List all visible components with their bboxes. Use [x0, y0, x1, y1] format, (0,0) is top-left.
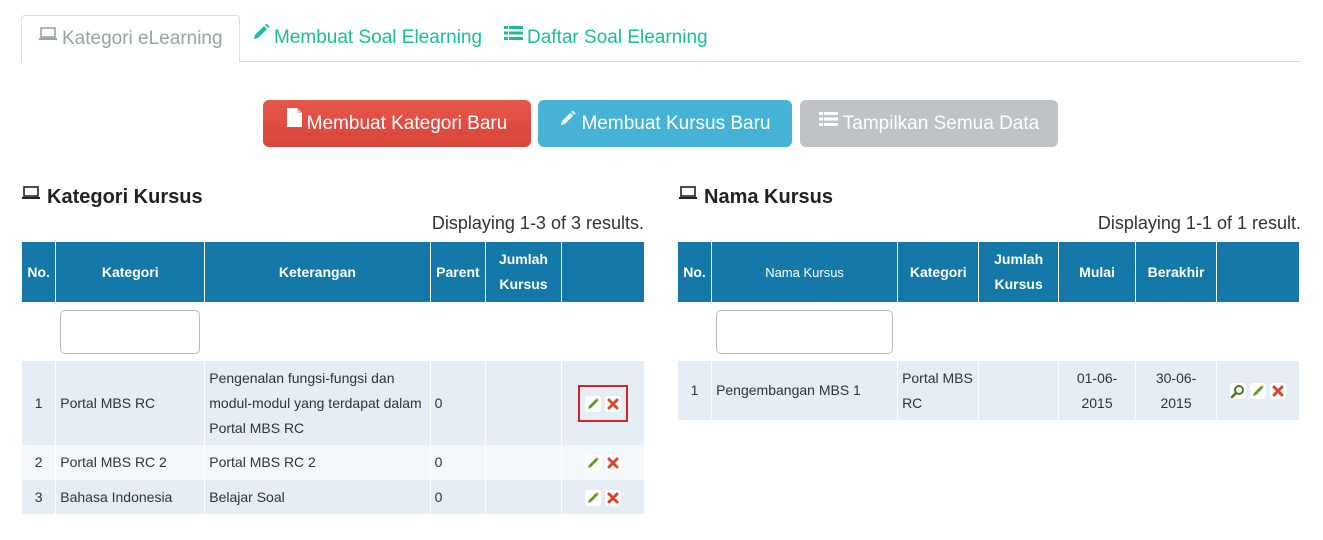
row-no: 1 — [678, 361, 713, 420]
row-actions — [561, 445, 644, 480]
courses-title: Nama Kursus — [678, 186, 833, 209]
button-label: Membuat Kategori Baru — [306, 113, 508, 134]
tab-membuat-soal[interactable]: Membuat Soal Elearning — [236, 15, 498, 62]
row-no: 3 — [22, 480, 57, 514]
new-course-button[interactable]: Membuat Kursus Baru — [538, 100, 792, 147]
table-header-row: No. Nama Kursus Kategori Jumlah Kursus M… — [678, 242, 1299, 302]
filter-row — [678, 302, 1299, 361]
column-header[interactable]: Jumlah Kursus — [485, 242, 562, 302]
tab-kategori-elearning[interactable]: Kategori eLearning — [21, 15, 240, 63]
view-icon[interactable] — [1229, 382, 1247, 400]
row-jumlah — [485, 445, 562, 480]
row-kategori: Portal MBS RC — [55, 361, 206, 445]
column-header[interactable]: Parent — [430, 242, 487, 302]
tab-daftar-soal[interactable]: Daftar Soal Elearning — [488, 15, 724, 62]
courses-table: No. Nama Kursus Kategori Jumlah Kursus M… — [678, 242, 1299, 420]
categories-table: No. Kategori Keterangan Parent Jumlah Ku… — [22, 242, 644, 514]
pencil-icon — [559, 98, 577, 145]
column-header[interactable]: Keterangan — [204, 242, 431, 302]
list-icon — [504, 13, 523, 59]
pencil-icon — [252, 13, 270, 59]
column-header — [561, 242, 644, 302]
delete-icon[interactable] — [604, 395, 622, 413]
column-header[interactable]: Nama Kursus — [711, 242, 899, 302]
row-kategori: Portal MBS RC — [897, 361, 980, 420]
button-label: Membuat Kursus Baru — [581, 113, 771, 134]
row-no: 2 — [22, 445, 57, 480]
laptop-icon — [38, 14, 58, 60]
row-parent: 0 — [430, 480, 487, 514]
column-header[interactable]: Mulai — [1058, 242, 1137, 302]
courses-title-text: Nama Kursus — [704, 186, 833, 208]
tab-label: Membuat Soal Elearning — [274, 27, 483, 49]
edit-icon[interactable] — [584, 454, 602, 472]
table-row: 1 Portal MBS RC Pengenalan fungsi-fungsi… — [22, 361, 644, 445]
row-jumlah — [978, 361, 1059, 420]
row-keterangan: Belajar Soal — [204, 480, 431, 514]
list-icon — [818, 98, 838, 145]
edit-icon[interactable] — [1249, 382, 1267, 400]
highlight-box — [577, 384, 628, 422]
courses-summary: Displaying 1-1 of 1 result. — [1097, 213, 1301, 233]
categories-title-text: Kategori Kursus — [47, 186, 203, 208]
category-filter-input[interactable] — [60, 309, 201, 354]
table-header-row: No. Kategori Keterangan Parent Jumlah Ku… — [22, 242, 644, 302]
filter-row — [22, 302, 644, 361]
course-filter-input[interactable] — [716, 309, 894, 354]
tab-bar: Kategori eLearning Membuat Soal Elearnin… — [21, 15, 1301, 63]
new-category-button[interactable]: Membuat Kategori Baru — [263, 100, 531, 147]
edit-icon[interactable] — [584, 395, 602, 413]
edit-icon[interactable] — [584, 489, 602, 507]
column-header[interactable]: Berakhir — [1135, 242, 1217, 302]
row-keterangan: Pengenalan fungsi-fungsi dan modul-modul… — [204, 361, 431, 445]
laptop-icon — [678, 184, 698, 207]
row-parent: 0 — [430, 361, 487, 445]
delete-icon[interactable] — [1269, 382, 1287, 400]
column-header[interactable]: Kategori — [897, 242, 980, 302]
show-all-button[interactable]: Tampilkan Semua Data — [800, 100, 1058, 147]
row-keterangan: Portal MBS RC 2 — [204, 445, 431, 480]
row-actions — [561, 480, 644, 514]
row-actions — [1216, 361, 1299, 420]
table-row: 1 Pengembangan MBS 1 Portal MBS RC 01-06… — [678, 361, 1299, 420]
row-nama: Pengembangan MBS 1 — [711, 361, 899, 420]
file-icon — [286, 98, 302, 145]
row-jumlah — [485, 361, 562, 445]
row-kategori: Bahasa Indonesia — [55, 480, 206, 514]
column-header[interactable]: Kategori — [55, 242, 206, 302]
column-header[interactable]: Jumlah Kursus — [978, 242, 1059, 302]
table-row: 3 Bahasa Indonesia Belajar Soal 0 — [22, 480, 644, 514]
column-header[interactable]: No. — [678, 242, 713, 302]
button-label: Tampilkan Semua Data — [842, 113, 1040, 134]
row-berakhir: 30-06-2015 — [1135, 361, 1217, 420]
laptop-icon — [21, 184, 41, 207]
delete-icon[interactable] — [604, 489, 622, 507]
row-mulai: 01-06-2015 — [1058, 361, 1137, 420]
tab-label: Kategori eLearning — [62, 28, 223, 50]
categories-summary: Displaying 1-3 of 3 results. — [431, 213, 644, 233]
table-row: 2 Portal MBS RC 2 Portal MBS RC 2 0 — [22, 445, 644, 480]
column-header[interactable]: No. — [22, 242, 57, 302]
tab-label: Daftar Soal Elearning — [527, 27, 708, 49]
row-no: 1 — [22, 361, 57, 445]
row-kategori: Portal MBS RC 2 — [55, 445, 206, 480]
categories-title: Kategori Kursus — [21, 186, 203, 209]
column-header — [1216, 242, 1299, 302]
delete-icon[interactable] — [604, 454, 622, 472]
row-actions — [561, 361, 644, 445]
row-jumlah — [485, 480, 562, 514]
row-parent: 0 — [430, 445, 487, 480]
